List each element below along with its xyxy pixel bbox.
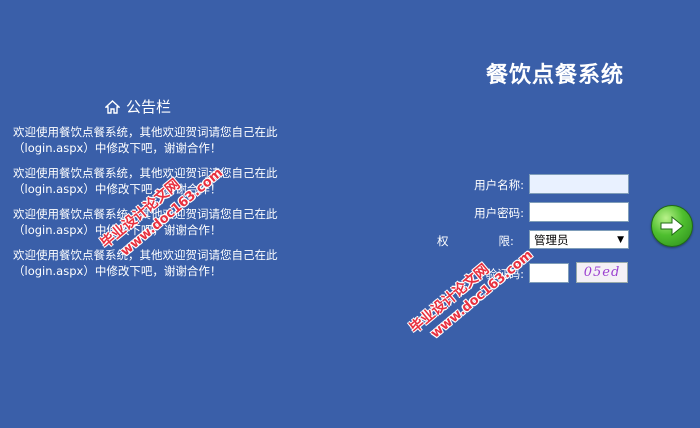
username-label: 用户名称: bbox=[474, 178, 524, 192]
chevron-down-icon: ▼ bbox=[617, 234, 624, 245]
password-label: 用户密码: bbox=[474, 206, 524, 220]
role-label-char: 权 bbox=[437, 234, 449, 248]
code-input[interactable] bbox=[529, 263, 569, 283]
captcha-image[interactable]: 05ed bbox=[576, 262, 628, 283]
login-button[interactable] bbox=[651, 205, 693, 247]
arrow-right-icon bbox=[660, 215, 684, 237]
role-label-char: 限: bbox=[498, 234, 514, 248]
role-select-value: 管理员 bbox=[534, 232, 569, 247]
role-select[interactable]: 管理员 ▼ bbox=[529, 230, 629, 249]
login-form: 用户名称: 用户密码: 权限: 管理员 ▼ 验证码: 05ed bbox=[0, 0, 700, 428]
password-input[interactable] bbox=[529, 202, 629, 222]
username-input[interactable] bbox=[529, 174, 629, 194]
role-label: 权 限: bbox=[437, 233, 514, 249]
